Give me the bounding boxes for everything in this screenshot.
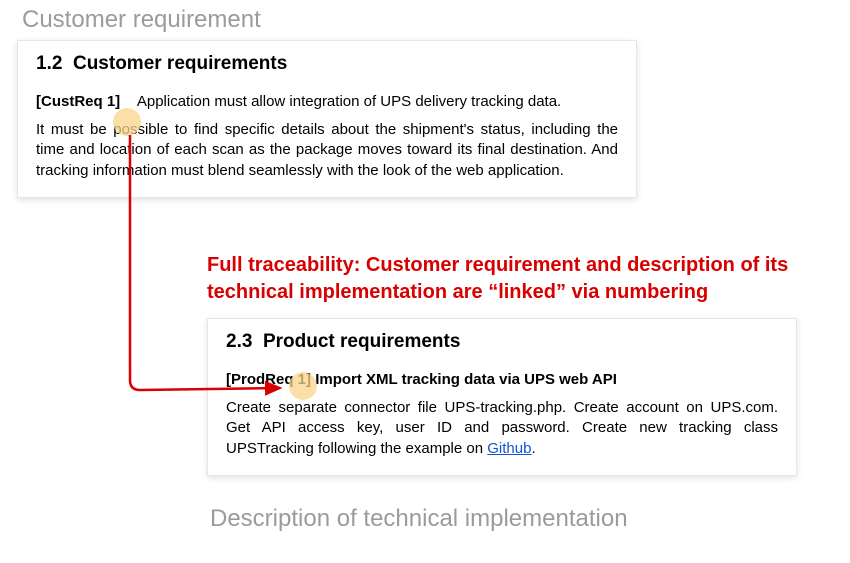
product-req-body-after: .: [531, 440, 535, 457]
product-req-label: [ProdReq 1]: [226, 371, 315, 388]
product-req-title: Import XML tracking data via UPS web API: [315, 371, 617, 388]
product-req-heading: 2.3 Product requirements: [226, 331, 778, 353]
caption-customer-requirement: Customer requirement: [22, 6, 261, 34]
customer-requirement-card: 1.2 Customer requirements [CustReq 1] Ap…: [17, 40, 637, 198]
product-requirement-card: 2.3 Product requirements [ProdReq 1] Imp…: [207, 318, 797, 476]
customer-req-label: [CustReq 1]: [36, 93, 120, 110]
github-link[interactable]: Github: [487, 440, 531, 457]
product-req-line: [ProdReq 1] Import XML tracking data via…: [226, 371, 778, 388]
customer-req-heading: 1.2 Customer requirements: [36, 53, 618, 75]
product-req-body: Create separate connector file UPS-track…: [226, 398, 778, 459]
caption-technical-implementation: Description of technical implementation: [210, 505, 628, 533]
customer-req-body: It must be possible to find specific det…: [36, 120, 618, 181]
customer-req-line: [CustReq 1] Application must allow integ…: [36, 93, 618, 110]
customer-req-text: Application must allow integration of UP…: [137, 93, 561, 110]
traceability-callout: Full traceability: Customer requirement …: [207, 252, 827, 306]
